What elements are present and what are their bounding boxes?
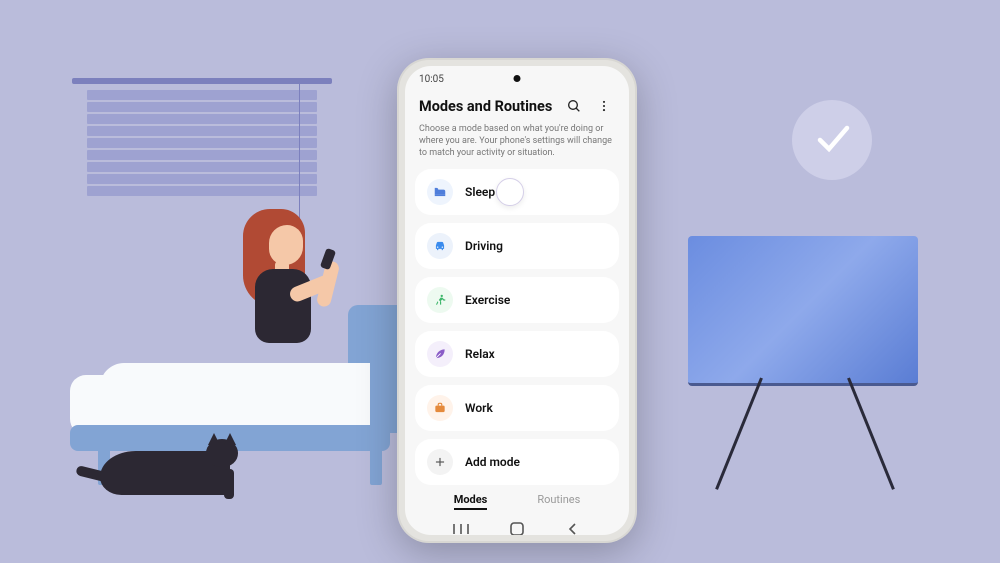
mode-label: Work [465, 401, 493, 415]
car-icon [427, 233, 453, 259]
page-subtitle: Choose a mode based on what you're doing… [405, 121, 629, 169]
mode-item-relax[interactable]: Relax [415, 331, 619, 377]
mode-item-sleep[interactable]: Sleep [415, 169, 619, 215]
search-icon[interactable] [563, 95, 585, 117]
mode-label: Driving [465, 239, 503, 253]
mode-item-add[interactable]: Add mode [415, 439, 619, 485]
page-title: Modes and Routines [419, 98, 555, 115]
cursor-highlight [496, 178, 524, 206]
nav-back-icon[interactable] [562, 522, 584, 535]
leaf-icon [427, 341, 453, 367]
mode-label: Add mode [465, 455, 520, 469]
plus-icon [427, 449, 453, 475]
phone-frame: 10:05 Modes and Routines Choose a mode b… [397, 58, 637, 543]
mode-item-driving[interactable]: Driving [415, 223, 619, 269]
bed-icon [427, 179, 453, 205]
run-icon [427, 287, 453, 313]
mode-label: Relax [465, 347, 495, 361]
phone-screen: 10:05 Modes and Routines Choose a mode b… [405, 66, 629, 535]
bottom-tabs: Modes Routines [405, 485, 629, 514]
briefcase-icon [427, 395, 453, 421]
person-illustration [231, 203, 351, 373]
tv-stand [730, 380, 880, 500]
cat-illustration [100, 439, 260, 499]
tab-routines[interactable]: Routines [537, 493, 580, 510]
camera-dot [514, 75, 521, 82]
nav-recents-icon[interactable] [450, 522, 472, 535]
mode-label: Sleep [465, 185, 495, 199]
status-time: 10:05 [419, 74, 444, 85]
more-icon[interactable] [593, 95, 615, 117]
navigation-bar [405, 514, 629, 535]
mode-list: Sleep Driving Exercise Relax [405, 169, 629, 485]
clock-icon [792, 100, 872, 180]
mode-item-work[interactable]: Work [415, 385, 619, 431]
mode-label: Exercise [465, 293, 510, 307]
mode-item-exercise[interactable]: Exercise [415, 277, 619, 323]
nav-home-icon[interactable] [506, 522, 528, 535]
tv-illustration [688, 236, 918, 386]
tab-modes[interactable]: Modes [454, 493, 488, 510]
